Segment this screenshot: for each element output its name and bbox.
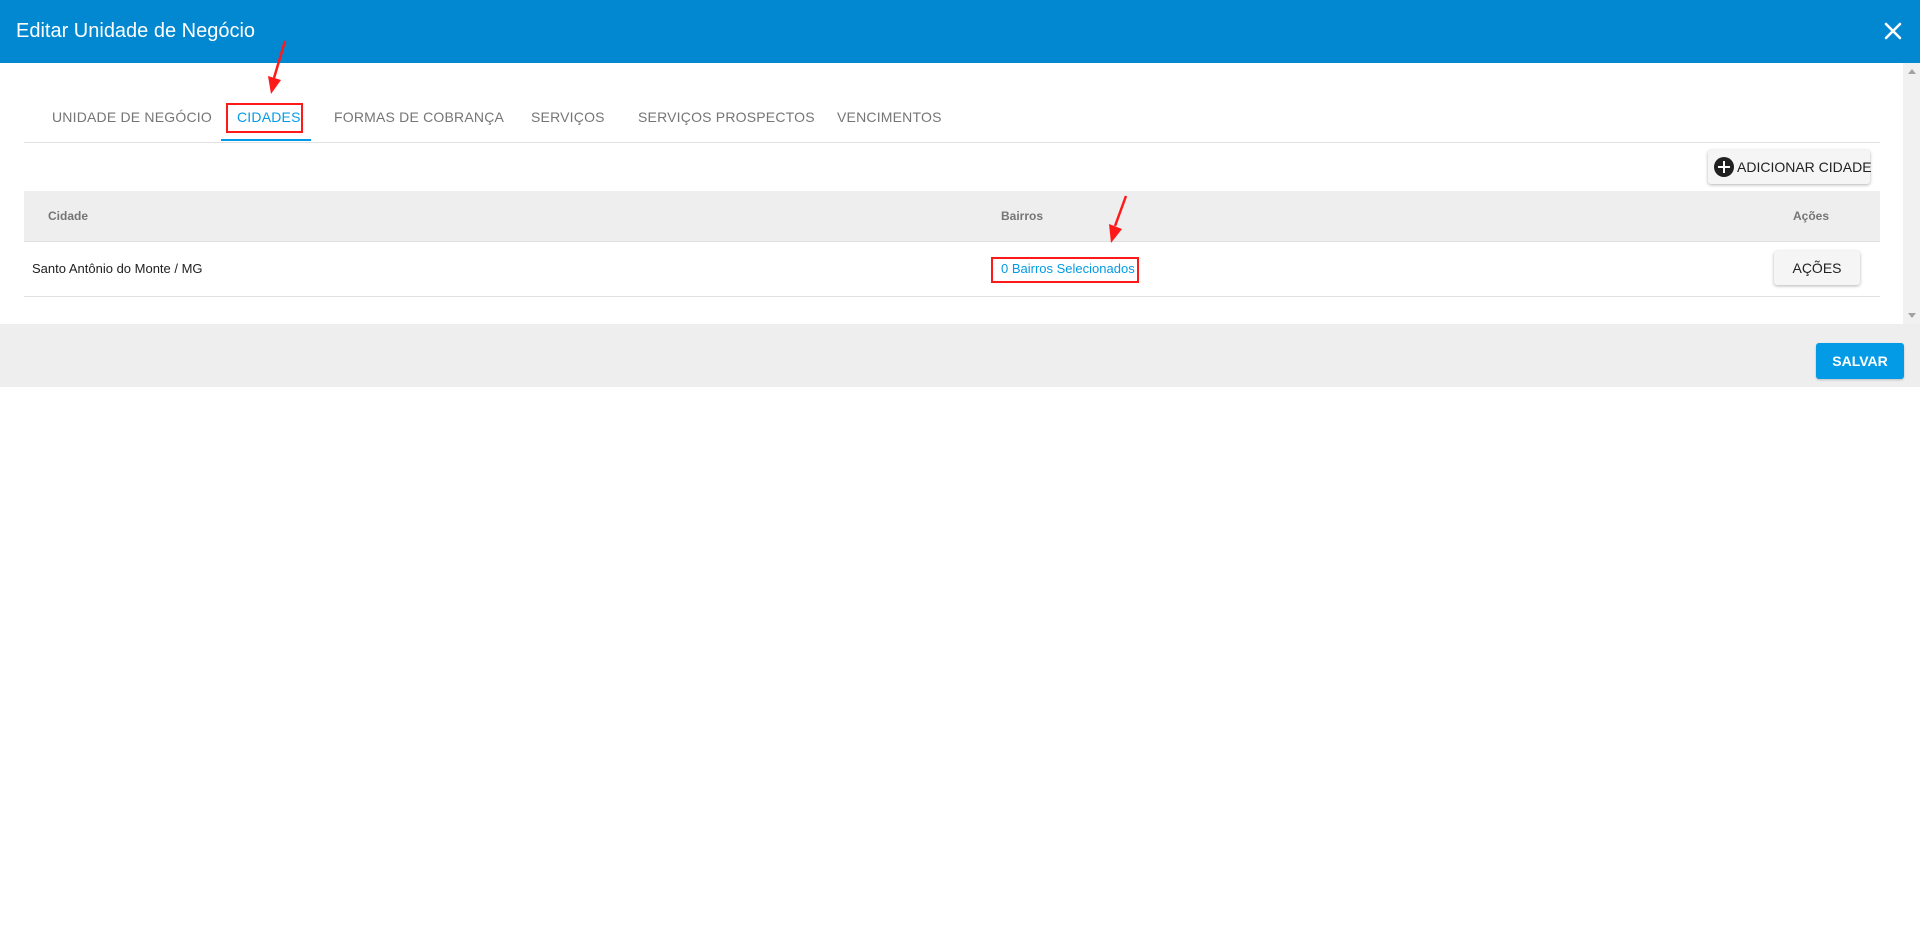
save-button[interactable]: SALVAR	[1816, 343, 1904, 379]
header-city: Cidade	[48, 209, 89, 223]
annotation-highlight-tab	[226, 103, 303, 133]
tab-unidade-de-negocio[interactable]: UNIDADE DE NEGÓCIO	[52, 93, 212, 141]
scrollbar[interactable]	[1903, 63, 1920, 324]
tab-servicos[interactable]: SERVIÇOS	[531, 93, 605, 141]
close-icon[interactable]	[1880, 18, 1906, 44]
scroll-down-icon[interactable]	[1908, 313, 1916, 318]
header-actions: Ações	[1793, 209, 1830, 223]
table-row: Santo Antônio do Monte / MG 0 Bairros Se…	[24, 242, 1880, 297]
active-tab-indicator	[221, 139, 311, 141]
scroll-up-icon[interactable]	[1908, 69, 1916, 74]
annotation-highlight-link	[991, 257, 1139, 283]
tab-formas-de-cobranca[interactable]: FORMAS DE COBRANÇA	[334, 93, 504, 141]
add-city-label: ADICIONAR CIDADE	[1737, 159, 1872, 175]
tab-vencimentos[interactable]: VENCIMENTOS	[837, 93, 942, 141]
annotation-arrow-icon	[268, 40, 287, 94]
dialog-content: UNIDADE DE NEGÓCIO CIDADES FORMAS DE COB…	[0, 63, 1903, 324]
annotation-arrow-icon	[1109, 195, 1128, 243]
table-header: Cidade Bairros Ações	[24, 191, 1880, 242]
scrollbar-thumb[interactable]	[1905, 83, 1918, 303]
actions-button[interactable]: AÇÕES	[1774, 251, 1860, 285]
dialog-footer: SALVAR	[0, 324, 1920, 387]
city-name: Santo Antônio do Monte / MG	[32, 261, 203, 276]
dialog-title: Editar Unidade de Negócio	[16, 20, 256, 42]
tab-servicos-prospectos[interactable]: SERVIÇOS PROSPECTOS	[638, 93, 815, 141]
add-circle-icon	[1714, 157, 1734, 177]
add-city-button[interactable]: ADICIONAR CIDADE	[1708, 150, 1872, 184]
header-neighborhoods: Bairros	[1001, 209, 1044, 223]
